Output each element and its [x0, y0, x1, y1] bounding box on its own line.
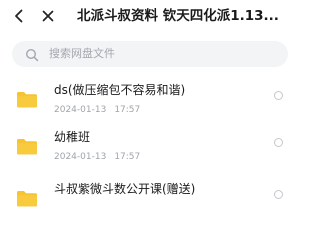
search-input[interactable]: 搜索网盘文件 — [49, 41, 115, 67]
close-icon[interactable] — [38, 6, 58, 26]
file-name: ds(做压缩包不容易和谐) — [54, 83, 186, 97]
search-icon — [25, 47, 39, 62]
file-date: 2024-01-13 — [54, 152, 107, 162]
file-name: 斗叔紫微斗数公开课(赠送) — [54, 182, 196, 196]
select-radio[interactable] — [274, 138, 283, 147]
folder-icon — [16, 91, 38, 108]
folder-icon — [16, 138, 38, 155]
folder-icon — [16, 190, 38, 207]
file-time: 17:57 — [114, 105, 141, 115]
search-bar[interactable]: 搜索网盘文件 — [12, 41, 288, 67]
chevron-left-icon[interactable] — [9, 6, 29, 26]
top-bar: 北派斗叔资料 钦天四化派1.13... — [0, 0, 300, 34]
file-date: 2024-01-13 — [54, 105, 107, 115]
file-time: 17:57 — [114, 152, 141, 162]
page-title: 北派斗叔资料 钦天四化派1.13... — [77, 8, 279, 24]
list-item[interactable]: 幼稚班 2024-01-13 17:57 — [0, 125, 300, 185]
list-item[interactable]: 斗叔紫微斗数公开课(赠送) — [0, 177, 300, 237]
file-meta: 2024-01-13 17:57 — [54, 150, 140, 164]
file-meta: 2024-01-13 17:57 — [54, 103, 140, 117]
file-name: 幼稚班 — [54, 130, 91, 144]
select-radio[interactable] — [274, 91, 283, 100]
select-radio[interactable] — [274, 190, 283, 199]
